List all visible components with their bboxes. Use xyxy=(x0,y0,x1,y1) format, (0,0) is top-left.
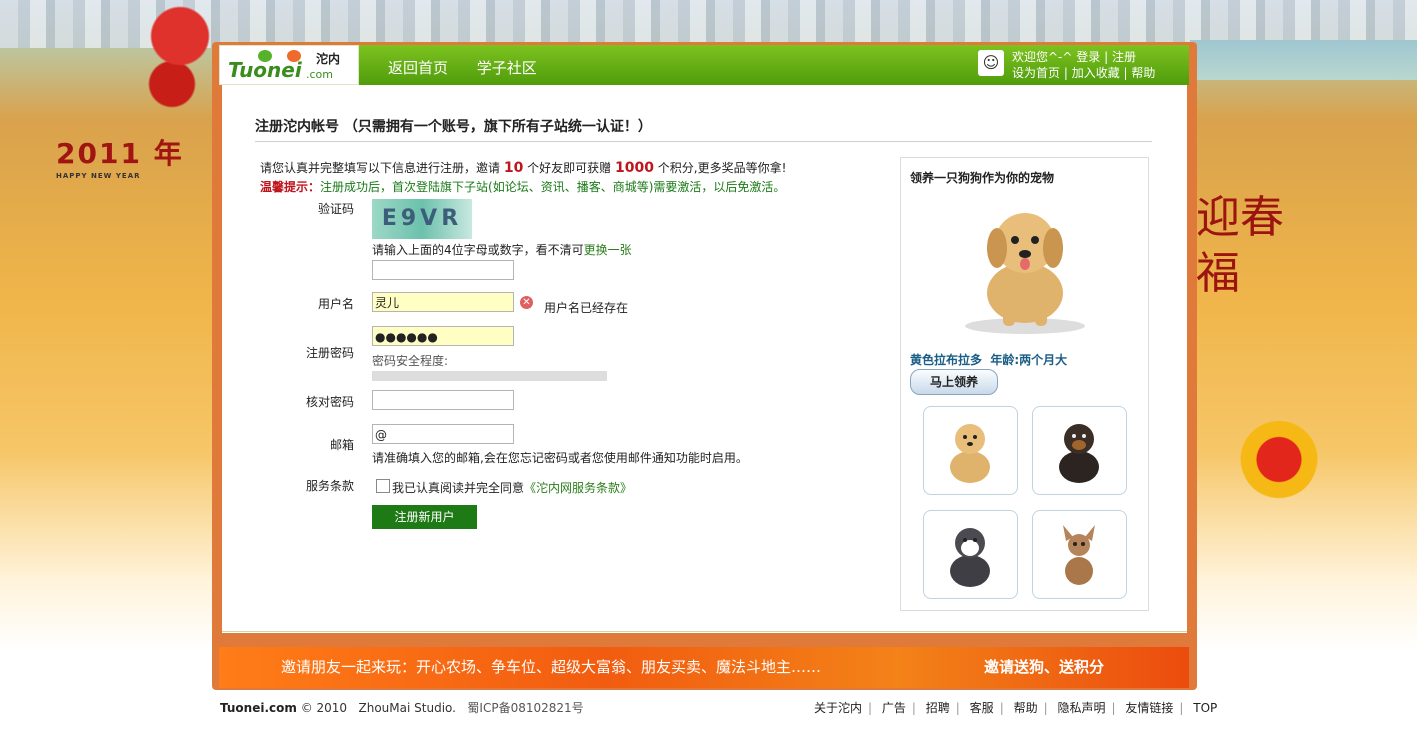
pet-thumb-rottweiler[interactable] xyxy=(1032,406,1127,495)
rottweiler-puppy-icon xyxy=(1059,424,1099,483)
labrador-puppy-icon xyxy=(950,424,990,483)
footer-link-friends[interactable]: 友情链接 xyxy=(1125,701,1173,715)
login-link[interactable]: 登录 xyxy=(1076,50,1100,64)
help-link[interactable]: 帮助 xyxy=(1131,66,1155,80)
logo-domain-text: .com xyxy=(306,68,333,81)
email-label: 邮箱 xyxy=(329,438,354,452)
footer-link-privacy[interactable]: 隐私声明 xyxy=(1057,701,1105,715)
username-label: 用户名 xyxy=(317,297,354,311)
username-input[interactable]: 灵儿 xyxy=(372,292,514,312)
register-submit-button[interactable]: 注册新用户 xyxy=(372,505,477,529)
error-icon: ✕ xyxy=(520,296,533,309)
logo-cn-text: 沱内 xyxy=(316,52,341,66)
invite-count: 10 xyxy=(503,160,524,176)
site-logo[interactable]: 沱内 Tuonei .com xyxy=(219,45,359,85)
set-home-link[interactable]: 设为首页 xyxy=(1012,66,1060,80)
footer-link-about[interactable]: 关于沱内 xyxy=(814,701,862,715)
footer-links: 关于沱内 | 广告 | 招聘 | 客服 | 帮助 | 隐私声明 | 友情链接 | TOP xyxy=(814,701,1218,715)
user-box: ☺ 欢迎您^-^ 登录 | 注册 设为首页 | 加入收藏 | 帮助 xyxy=(978,48,1186,82)
page-title: 注册沱内帐号 （只需拥有一个账号，旗下所有子站统一认证！） xyxy=(255,119,652,135)
river-background xyxy=(1190,40,1417,80)
pet-thumb-labrador[interactable] xyxy=(923,406,1018,495)
footer-link-support[interactable]: 客服 xyxy=(970,701,994,715)
labrador-puppy-image[interactable] xyxy=(945,198,1105,338)
confirm-password-input[interactable] xyxy=(372,390,514,410)
points-count: 1000 xyxy=(615,160,654,176)
intro-text: 请您认真并完整填写以下信息进行注册，邀请 10 个好友即可获赠 1000 个积分… xyxy=(260,160,787,176)
banner-right-text: 邀请送狗、送积分 xyxy=(984,658,1105,676)
terms-label: 服务条款 xyxy=(305,479,354,493)
captcha-image[interactable]: E9VR xyxy=(372,199,472,239)
register-link[interactable]: 注册 xyxy=(1112,50,1136,64)
nav-community-link[interactable]: 学子社区 xyxy=(477,59,537,77)
pet-thumb-husky[interactable] xyxy=(923,510,1018,599)
password-input[interactable]: ●●●●●● xyxy=(372,326,514,346)
main-nav: 返回首页 学子社区 xyxy=(388,57,561,78)
password-label: 注册密码 xyxy=(305,346,354,360)
footer-link-jobs[interactable]: 招聘 xyxy=(926,701,950,715)
terms-link[interactable]: 《沱内网服务条款》 xyxy=(524,481,632,495)
email-input[interactable]: @ xyxy=(372,424,514,444)
chihuahua-puppy-icon xyxy=(1063,525,1095,585)
footer-link-ads[interactable]: 广告 xyxy=(882,701,906,715)
footer-link-top[interactable]: TOP xyxy=(1193,701,1217,715)
username-error: 用户名已经存在 xyxy=(544,301,629,315)
terms-checkbox[interactable] xyxy=(376,479,390,493)
spring-calligraphy-decoration: 迎春福 xyxy=(1196,192,1284,299)
tip-text: 温馨提示：注册成功后，首次登陆旗下子站(如论坛、资讯、播客、商城等)需要激活，以… xyxy=(260,180,786,194)
captcha-refresh-link[interactable]: 更换一张 xyxy=(584,243,632,257)
user-avatar-icon: ☺ xyxy=(978,50,1004,76)
new-year-decoration: 2011 年 HAPPY NEW YEAR xyxy=(56,137,184,180)
password-strength-label: 密码安全程度: xyxy=(372,354,449,368)
email-hint: 请准确填入您的邮箱,会在您忘记密码或者您使用邮件通知功能时启用。 xyxy=(372,451,748,465)
confirm-label: 核对密码 xyxy=(305,395,354,409)
title-divider xyxy=(255,141,1152,142)
pet-panel-title: 领养一只狗狗作为你的宠物 xyxy=(910,171,1055,185)
nav-home-link[interactable]: 返回首页 xyxy=(388,59,448,77)
pet-thumb-chihuahua[interactable] xyxy=(1032,510,1127,599)
invite-banner[interactable]: 邀请朋友一起来玩：开心农场、争车位、超级大富翁、朋友买卖、魔法斗地主…… 邀请送… xyxy=(219,647,1189,688)
captcha-label: 验证码 xyxy=(317,202,354,216)
captcha-input[interactable] xyxy=(372,260,514,280)
footer-copyright: Tuonei.com © 2010 ZhouMai Studio. 蜀ICP备0… xyxy=(220,701,584,715)
password-strength-bar xyxy=(372,371,607,381)
footer-link-help[interactable]: 帮助 xyxy=(1014,701,1038,715)
welcome-text: 欢迎您^-^ xyxy=(1012,50,1073,64)
captcha-hint: 请输入上面的4位字母或数字，看不清可更换一张 xyxy=(372,243,632,257)
tiger-mascot-icon xyxy=(1240,410,1318,500)
bookmark-link[interactable]: 加入收藏 xyxy=(1072,66,1120,80)
red-lantern-decoration xyxy=(140,0,220,120)
husky-puppy-icon xyxy=(950,528,990,587)
icp-text: 蜀ICP备08102821号 xyxy=(467,701,584,715)
banner-left-text: 邀请朋友一起来玩：开心农场、争车位、超级大富翁、朋友买卖、魔法斗地主…… xyxy=(281,658,822,676)
terms-agree-text: 我已认真阅读并完全同意《沱内网服务条款》 xyxy=(392,481,633,495)
footer-divider xyxy=(222,631,1187,632)
pet-name: 黄色拉布拉多 年龄:两个月大 xyxy=(910,353,1068,367)
adopt-button[interactable]: 马上领养 xyxy=(910,369,998,395)
logo-main-text: Tuonei xyxy=(228,58,302,82)
